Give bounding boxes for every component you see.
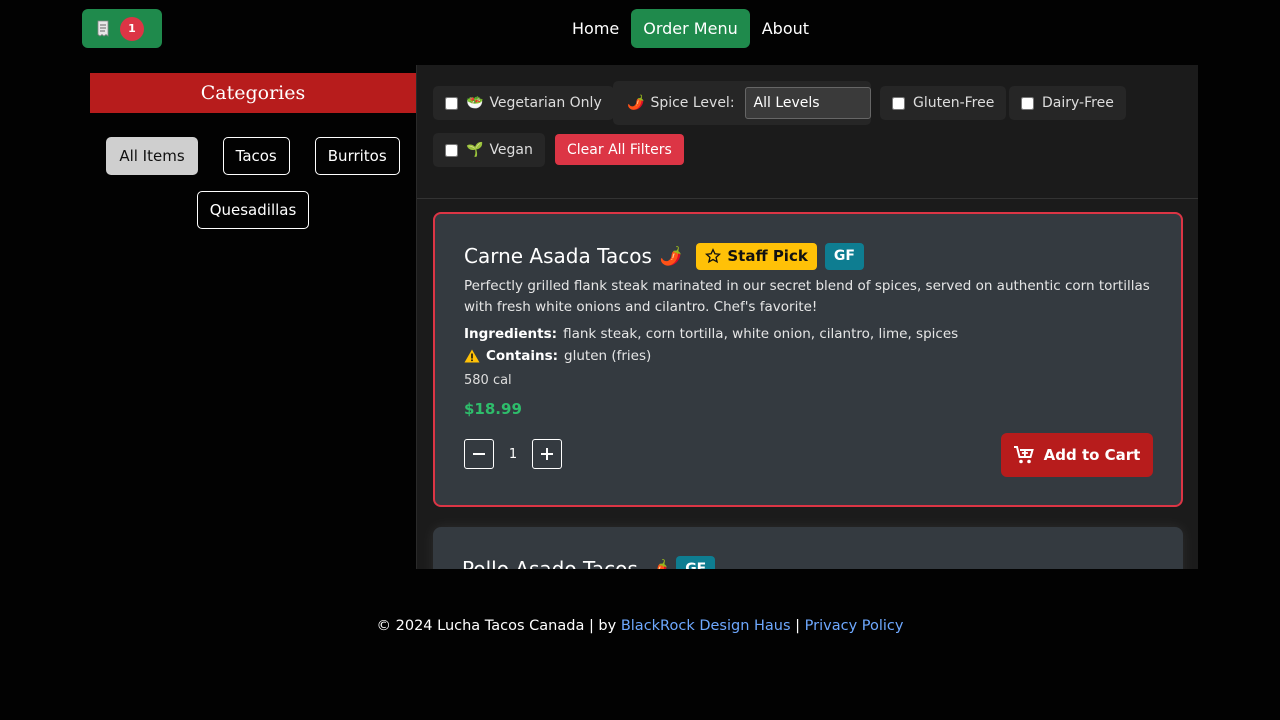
footer: © 2024 Lucha Tacos Canada | by BlackRock… bbox=[0, 618, 1280, 634]
item-price: $18.99 bbox=[464, 400, 522, 418]
gf-badge: GF bbox=[824, 242, 864, 270]
gluten-free-filter[interactable]: Gluten-Free bbox=[880, 86, 1007, 120]
item-description: Perfectly grilled flank steak marinated … bbox=[464, 278, 1150, 315]
footer-separator: | bbox=[795, 618, 801, 634]
designer-link[interactable]: BlackRock Design Haus bbox=[621, 618, 791, 634]
category-all-items[interactable]: All Items bbox=[106, 137, 198, 175]
nav-order-menu[interactable]: Order Menu bbox=[631, 9, 750, 48]
gf-badge: GF bbox=[676, 555, 716, 569]
copyright-text: © 2024 Lucha Tacos Canada | by bbox=[376, 618, 617, 634]
vegetarian-checkbox[interactable] bbox=[445, 96, 458, 110]
privacy-policy-link[interactable]: Privacy Policy bbox=[805, 618, 904, 634]
ingredients-value: flank steak, corn tortilla, white onion,… bbox=[563, 326, 959, 342]
contains-label: Contains: bbox=[486, 348, 559, 364]
staff-pick-badge: Staff Pick bbox=[696, 242, 817, 270]
quantity-stepper: 1 bbox=[464, 439, 562, 469]
category-tacos[interactable]: Tacos bbox=[222, 137, 290, 175]
categories-sidebar: Categories All Items Tacos Burritos Ques… bbox=[90, 73, 416, 229]
dairy-free-filter[interactable]: Dairy-Free bbox=[1009, 86, 1126, 120]
salad-icon: 🥗 bbox=[466, 95, 484, 111]
menu-item-card: Pollo Asado Tacos 🌶️ GF bbox=[433, 527, 1183, 569]
nav-about[interactable]: About bbox=[750, 9, 821, 48]
nav-home[interactable]: Home bbox=[560, 9, 631, 48]
pepper-icon: 🌶️ bbox=[659, 245, 683, 267]
filter-bar: 🥗 Vegetarian Only 🌶️ Spice Level: All Le… bbox=[417, 65, 1198, 199]
add-to-cart-button[interactable]: Add to Cart bbox=[1001, 433, 1153, 477]
ingredients-line: Ingredients: flank steak, corn tortilla,… bbox=[464, 326, 1152, 342]
decrease-quantity-button[interactable] bbox=[464, 439, 494, 469]
menu-panel: 🥗 Vegetarian Only 🌶️ Spice Level: All Le… bbox=[416, 65, 1198, 569]
pepper-icon: 🌶️ bbox=[627, 95, 645, 111]
category-quesadillas[interactable]: Quesadillas bbox=[196, 191, 310, 229]
categories-title: Categories bbox=[90, 73, 416, 113]
main-nav: Home Order Menu About bbox=[560, 9, 821, 48]
category-buttons: All Items Tacos Burritos Quesadillas bbox=[90, 113, 416, 229]
cart-button[interactable]: 1 bbox=[82, 9, 162, 48]
contains-value: gluten (fries) bbox=[564, 348, 652, 364]
star-icon bbox=[705, 248, 722, 264]
quantity-value: 1 bbox=[508, 446, 518, 462]
warning-icon bbox=[464, 349, 480, 363]
category-burritos[interactable]: Burritos bbox=[314, 137, 400, 175]
receipt-icon bbox=[96, 20, 110, 38]
vegan-label: Vegan bbox=[489, 142, 533, 158]
clear-filters-button[interactable]: Clear All Filters bbox=[555, 134, 684, 165]
cart-plus-icon bbox=[1013, 446, 1034, 464]
vegetarian-filter[interactable]: 🥗 Vegetarian Only bbox=[433, 86, 614, 120]
seedling-icon: 🌱 bbox=[466, 142, 484, 158]
add-to-cart-label: Add to Cart bbox=[1043, 446, 1141, 464]
cart-count-badge: 1 bbox=[120, 16, 144, 41]
spice-level-select[interactable]: All Levels bbox=[744, 87, 871, 119]
spice-label: Spice Level: bbox=[650, 95, 735, 111]
increase-quantity-button[interactable] bbox=[532, 439, 562, 469]
item-title: Carne Asada Tacos bbox=[464, 244, 652, 268]
contains-line: Contains: gluten (fries) bbox=[464, 348, 1152, 364]
menu-item-card: Carne Asada Tacos 🌶️ Staff Pick GF Perfe… bbox=[433, 212, 1183, 507]
staff-pick-label: Staff Pick bbox=[727, 247, 808, 265]
spice-filter: 🌶️ Spice Level: All Levels bbox=[613, 81, 871, 125]
dairy-free-label: Dairy-Free bbox=[1042, 95, 1114, 111]
item-title: Pollo Asado Tacos bbox=[462, 557, 638, 569]
calories: 580 cal bbox=[464, 373, 512, 388]
plus-icon bbox=[541, 448, 553, 460]
pepper-icon: 🌶️ bbox=[645, 558, 669, 570]
vegan-filter[interactable]: 🌱 Vegan bbox=[433, 133, 545, 167]
vegetarian-label: Vegetarian Only bbox=[489, 95, 602, 111]
dairy-free-checkbox[interactable] bbox=[1021, 96, 1034, 110]
ingredients-label: Ingredients: bbox=[464, 326, 558, 342]
vegan-checkbox[interactable] bbox=[445, 143, 458, 157]
gluten-free-checkbox[interactable] bbox=[892, 96, 905, 110]
minus-icon bbox=[473, 453, 485, 455]
gluten-free-label: Gluten-Free bbox=[913, 95, 995, 111]
